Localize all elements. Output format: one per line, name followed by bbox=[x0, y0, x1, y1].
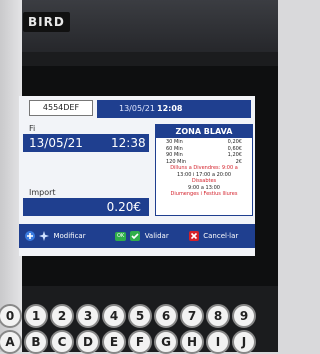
key-b[interactable]: B bbox=[24, 330, 48, 354]
header-date: 13/05/21 bbox=[119, 104, 155, 113]
key-i[interactable]: I bbox=[206, 330, 230, 354]
amount-value: 0.20€ bbox=[106, 200, 141, 214]
cancel-label: Cancel·lar bbox=[203, 232, 239, 240]
validate-button[interactable]: OK Validar bbox=[115, 228, 169, 244]
end-label: Fi bbox=[29, 124, 36, 133]
license-plate-field[interactable]: 4554DEF bbox=[29, 100, 93, 116]
cancel-button[interactable]: Cancel·lar bbox=[189, 228, 238, 244]
key-6[interactable]: 6 bbox=[154, 304, 178, 328]
brand-logo: BIRD bbox=[23, 12, 70, 32]
key-3[interactable]: 3 bbox=[76, 304, 100, 328]
key-0[interactable]: 0 bbox=[0, 304, 22, 328]
key-c[interactable]: C bbox=[50, 330, 74, 354]
tariff-rates: 30 Min 0,20€ 60 Min 0,60€ 90 Min 1,20€ 1… bbox=[156, 138, 252, 165]
modify-button[interactable]: Modificar bbox=[25, 228, 86, 244]
footer-bar: Modificar OK Validar Cancel·lar bbox=[19, 224, 255, 248]
lcd-screen: 4554DEF 13/05/21 12:08 Fi 13/05/21 12:38… bbox=[19, 96, 255, 256]
brand-panel: BIRD bbox=[22, 0, 278, 52]
modify-label: Modificar bbox=[53, 232, 86, 240]
end-time: 12:38 bbox=[111, 136, 146, 150]
key-h[interactable]: H bbox=[180, 330, 204, 354]
key-j[interactable]: J bbox=[232, 330, 256, 354]
end-time-field[interactable]: 13/05/21 12:38 bbox=[23, 134, 149, 152]
ok-badge: OK bbox=[115, 231, 127, 241]
key-d[interactable]: D bbox=[76, 330, 100, 354]
key-1[interactable]: 1 bbox=[24, 304, 48, 328]
end-date: 13/05/21 bbox=[29, 136, 83, 150]
key-f[interactable]: F bbox=[128, 330, 152, 354]
key-7[interactable]: 7 bbox=[180, 304, 204, 328]
keypad: 0 1 2 3 4 5 6 7 8 9 A B C D E F G H I J bbox=[0, 302, 278, 354]
check-icon bbox=[130, 231, 141, 241]
key-5[interactable]: 5 bbox=[128, 304, 152, 328]
free-days-note: Diumenges i Festius lliures bbox=[170, 191, 238, 197]
plus-icon bbox=[25, 231, 35, 241]
key-e[interactable]: E bbox=[102, 330, 126, 354]
amount-label: Import bbox=[29, 188, 56, 197]
close-icon bbox=[189, 231, 199, 241]
key-a[interactable]: A bbox=[0, 330, 22, 354]
weekday-schedule-label: Dilluns a Divendres: 9:00 a bbox=[170, 165, 238, 171]
sparkle-icon bbox=[39, 231, 50, 241]
tariff-title: ZONA BLAVA bbox=[156, 125, 252, 138]
validate-label: Validar bbox=[144, 232, 169, 240]
tariff-panel: ZONA BLAVA 30 Min 0,20€ 60 Min 0,60€ 90 … bbox=[155, 124, 253, 216]
amount-field[interactable]: 0.20€ bbox=[23, 198, 149, 216]
key-8[interactable]: 8 bbox=[206, 304, 230, 328]
key-2[interactable]: 2 bbox=[50, 304, 74, 328]
key-4[interactable]: 4 bbox=[102, 304, 126, 328]
key-g[interactable]: G bbox=[154, 330, 178, 354]
header-time: 12:08 bbox=[157, 104, 183, 113]
key-9[interactable]: 9 bbox=[232, 304, 256, 328]
